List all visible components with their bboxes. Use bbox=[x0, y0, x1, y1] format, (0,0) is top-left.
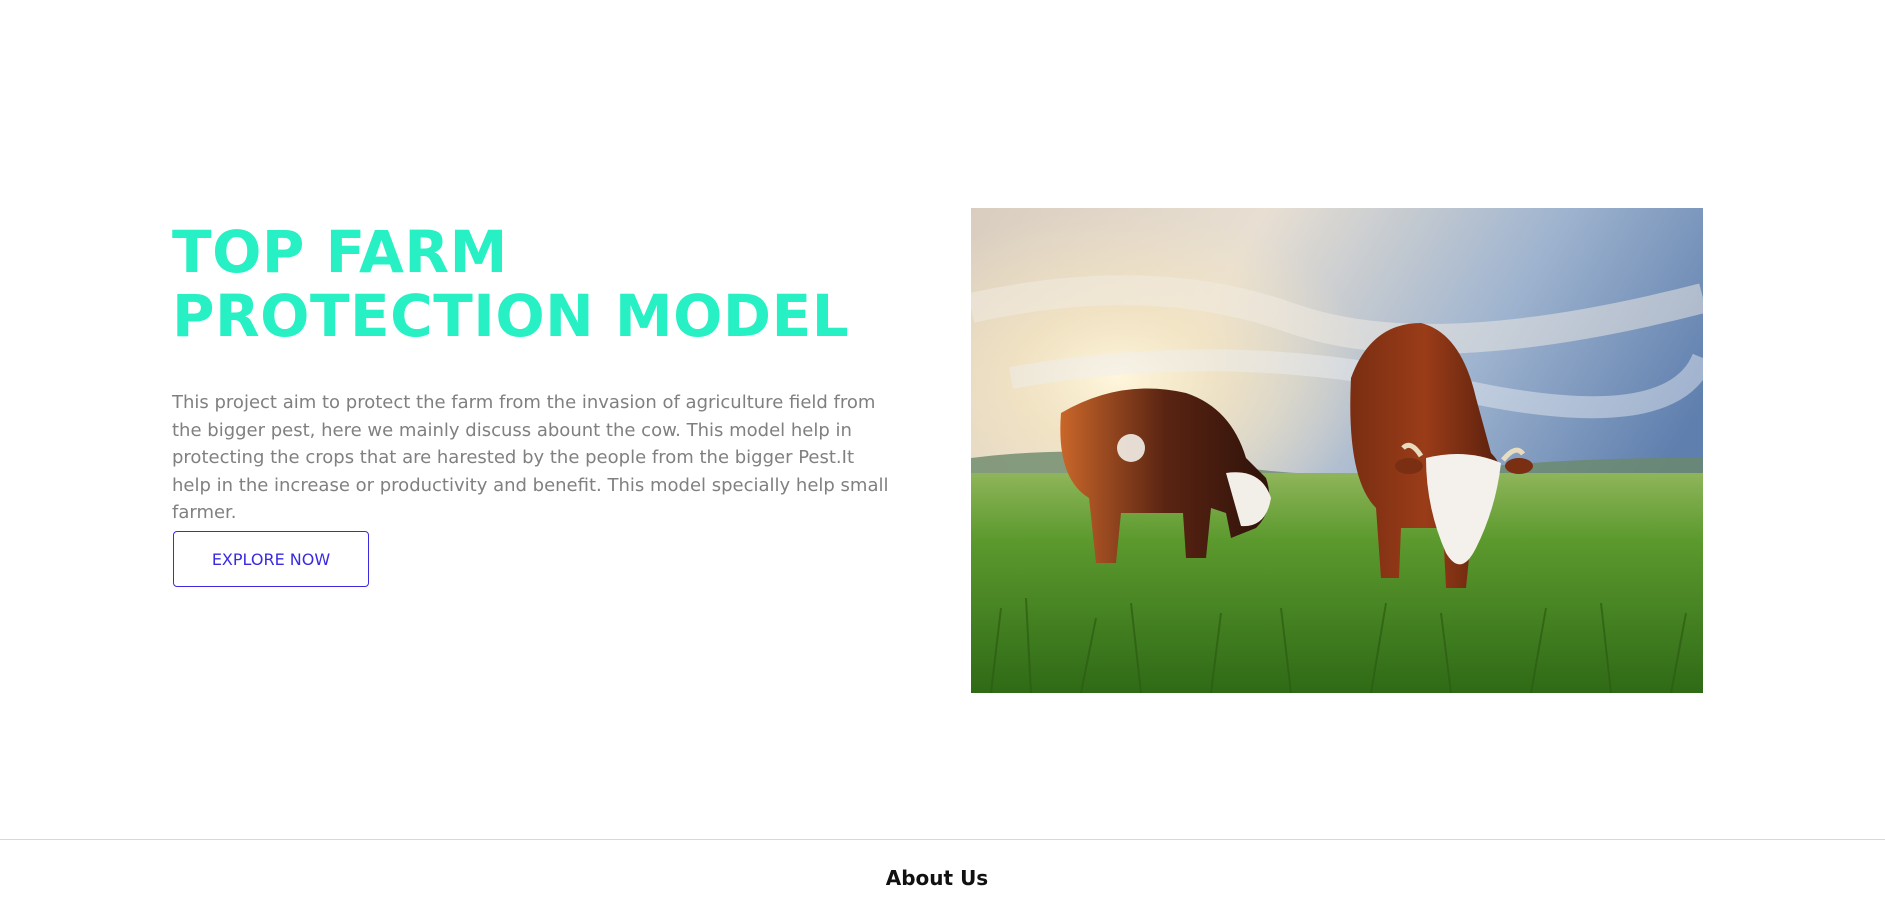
page: TOP FARM PROTECTION MODEL This project a… bbox=[0, 0, 1885, 922]
explore-now-button[interactable]: EXPLORE NOW bbox=[173, 531, 369, 587]
hero-description: This project aim to protect the farm fro… bbox=[172, 392, 889, 523]
cows-photo-illustration bbox=[971, 208, 1703, 693]
hero-text-section: TOP FARM PROTECTION MODEL This project a… bbox=[172, 220, 892, 527]
section-divider bbox=[0, 839, 1885, 840]
hero-image-cows-grazing bbox=[971, 208, 1703, 693]
hero-title: TOP FARM PROTECTION MODEL bbox=[172, 218, 850, 350]
about-us-heading: About Us bbox=[885, 866, 989, 890]
